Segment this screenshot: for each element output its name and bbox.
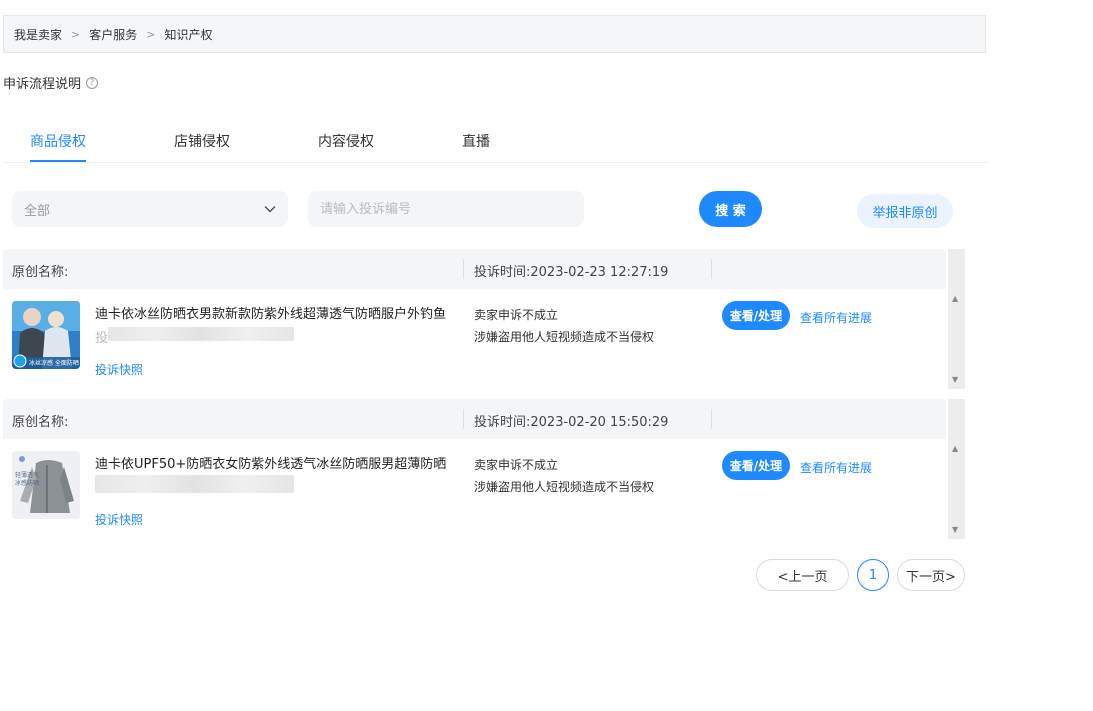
breadcrumb-item-ip: 知识产权 [164, 27, 213, 42]
tab-live[interactable]: 直播 [462, 131, 490, 151]
breadcrumb-item-service[interactable]: 客户服务 [89, 26, 137, 43]
scroll-up-icon[interactable]: ▲ [952, 444, 958, 453]
complaint-status: 卖家申诉不成立 涉嫌盗用他人短视频造成不当侵权 [474, 304, 654, 348]
breadcrumb-item-seller[interactable]: 我是卖家 [14, 26, 62, 43]
scroll-down-icon[interactable]: ▼ [952, 525, 958, 534]
original-name-label: 原创名称: [12, 265, 69, 280]
type-select-value: 全部 [24, 203, 51, 219]
original-name-label: 原创名称: [12, 415, 69, 430]
appeal-process-label: 申诉流程说明 [3, 77, 82, 92]
next-page-button[interactable]: 下一页> [897, 559, 965, 591]
scrollbar-header-strip [948, 249, 965, 291]
scrollbar[interactable]: ▲ ▼ [948, 291, 965, 389]
divider [711, 259, 712, 279]
divider [463, 409, 464, 429]
complaint-time: 投诉时间:2023-02-23 12:27:19 [474, 265, 669, 280]
prev-page-button[interactable]: <上一页 [756, 559, 849, 591]
product-id-prefix: 投 [95, 331, 109, 346]
appeal-process-info: 申诉流程说明 ? [3, 73, 99, 92]
redacted-product-id [108, 327, 294, 341]
type-select[interactable]: 全部 [12, 191, 288, 227]
complaint-status: 卖家申诉不成立 涉嫌盗用他人短视频造成不当侵权 [474, 454, 654, 498]
product-title[interactable]: 迪卡依冰丝防晒衣男款新款防紫外线超薄透气防晒服户外钓鱼 [95, 303, 465, 322]
view-process-button[interactable]: 查看/处理 [722, 301, 790, 330]
help-icon[interactable]: ? [86, 76, 99, 89]
scrollbar-header-strip [948, 399, 965, 441]
scrollbar[interactable]: ▲ ▼ [948, 441, 965, 539]
product-thumbnail[interactable]: 轻薄透气 冰感防晒 [12, 451, 80, 519]
tab-product-infringement[interactable]: 商品侵权 [30, 131, 86, 151]
scroll-up-icon[interactable]: ▲ [952, 294, 958, 303]
view-all-progress-link[interactable]: 查看所有进展 [800, 459, 872, 476]
breadcrumb-separator: > [71, 27, 81, 41]
search-button[interactable]: 搜 索 [699, 191, 762, 227]
record-row: 轻薄透气 冰感防晒 迪卡依UPF50+防晒衣女防紫外线透气冰丝防晒服男超薄防晒 … [3, 441, 946, 539]
svg-text:冰感防晒: 冰感防晒 [15, 479, 39, 487]
scroll-down-icon[interactable]: ▼ [952, 375, 958, 384]
complaint-time: 投诉时间:2023-02-20 15:50:29 [474, 415, 669, 430]
chevron-down-icon [264, 205, 276, 213]
record-header: 原创名称: 投诉时间:2023-02-23 12:27:19 [3, 249, 946, 289]
tab-content-infringement[interactable]: 内容侵权 [318, 131, 374, 151]
divider [463, 259, 464, 279]
active-tab-indicator [30, 160, 86, 162]
record-row: 冰丝凉感 全面防晒 迪卡依冰丝防晒衣男款新款防紫外线超薄透气防晒服户外钓鱼 投 … [3, 291, 946, 389]
status-result: 卖家申诉不成立 [474, 458, 559, 472]
complaint-number-input[interactable] [308, 191, 584, 227]
report-non-original-button[interactable]: 举报非原创 [857, 194, 953, 228]
redacted-product-id [95, 475, 294, 493]
svg-text:冰丝凉感 全面防晒: 冰丝凉感 全面防晒 [29, 359, 79, 367]
status-result: 卖家申诉不成立 [474, 308, 559, 322]
status-reason: 涉嫌盗用他人短视频造成不当侵权 [474, 330, 655, 344]
product-title[interactable]: 迪卡依UPF50+防晒衣女防紫外线透气冰丝防晒服男超薄防晒 [95, 453, 465, 472]
complaint-snapshot-link[interactable]: 投诉快照 [95, 511, 143, 528]
complaint-snapshot-link[interactable]: 投诉快照 [95, 361, 143, 378]
svg-text:轻薄透气: 轻薄透气 [15, 471, 39, 479]
record-header: 原创名称: 投诉时间:2023-02-20 15:50:29 [3, 399, 946, 439]
status-reason: 涉嫌盗用他人短视频造成不当侵权 [474, 480, 655, 494]
page-number-button[interactable]: 1 [857, 559, 889, 591]
tab-shop-infringement[interactable]: 店铺侵权 [174, 131, 230, 151]
view-process-button[interactable]: 查看/处理 [722, 451, 790, 480]
breadcrumb-separator: > [146, 27, 156, 41]
product-thumbnail[interactable]: 冰丝凉感 全面防晒 [12, 301, 80, 369]
tab-bar: 商品侵权 店铺侵权 内容侵权 直播 [3, 120, 988, 163]
view-all-progress-link[interactable]: 查看所有进展 [800, 309, 872, 326]
divider [711, 409, 712, 429]
breadcrumb: 我是卖家 > 客户服务 > 知识产权 [3, 15, 986, 53]
